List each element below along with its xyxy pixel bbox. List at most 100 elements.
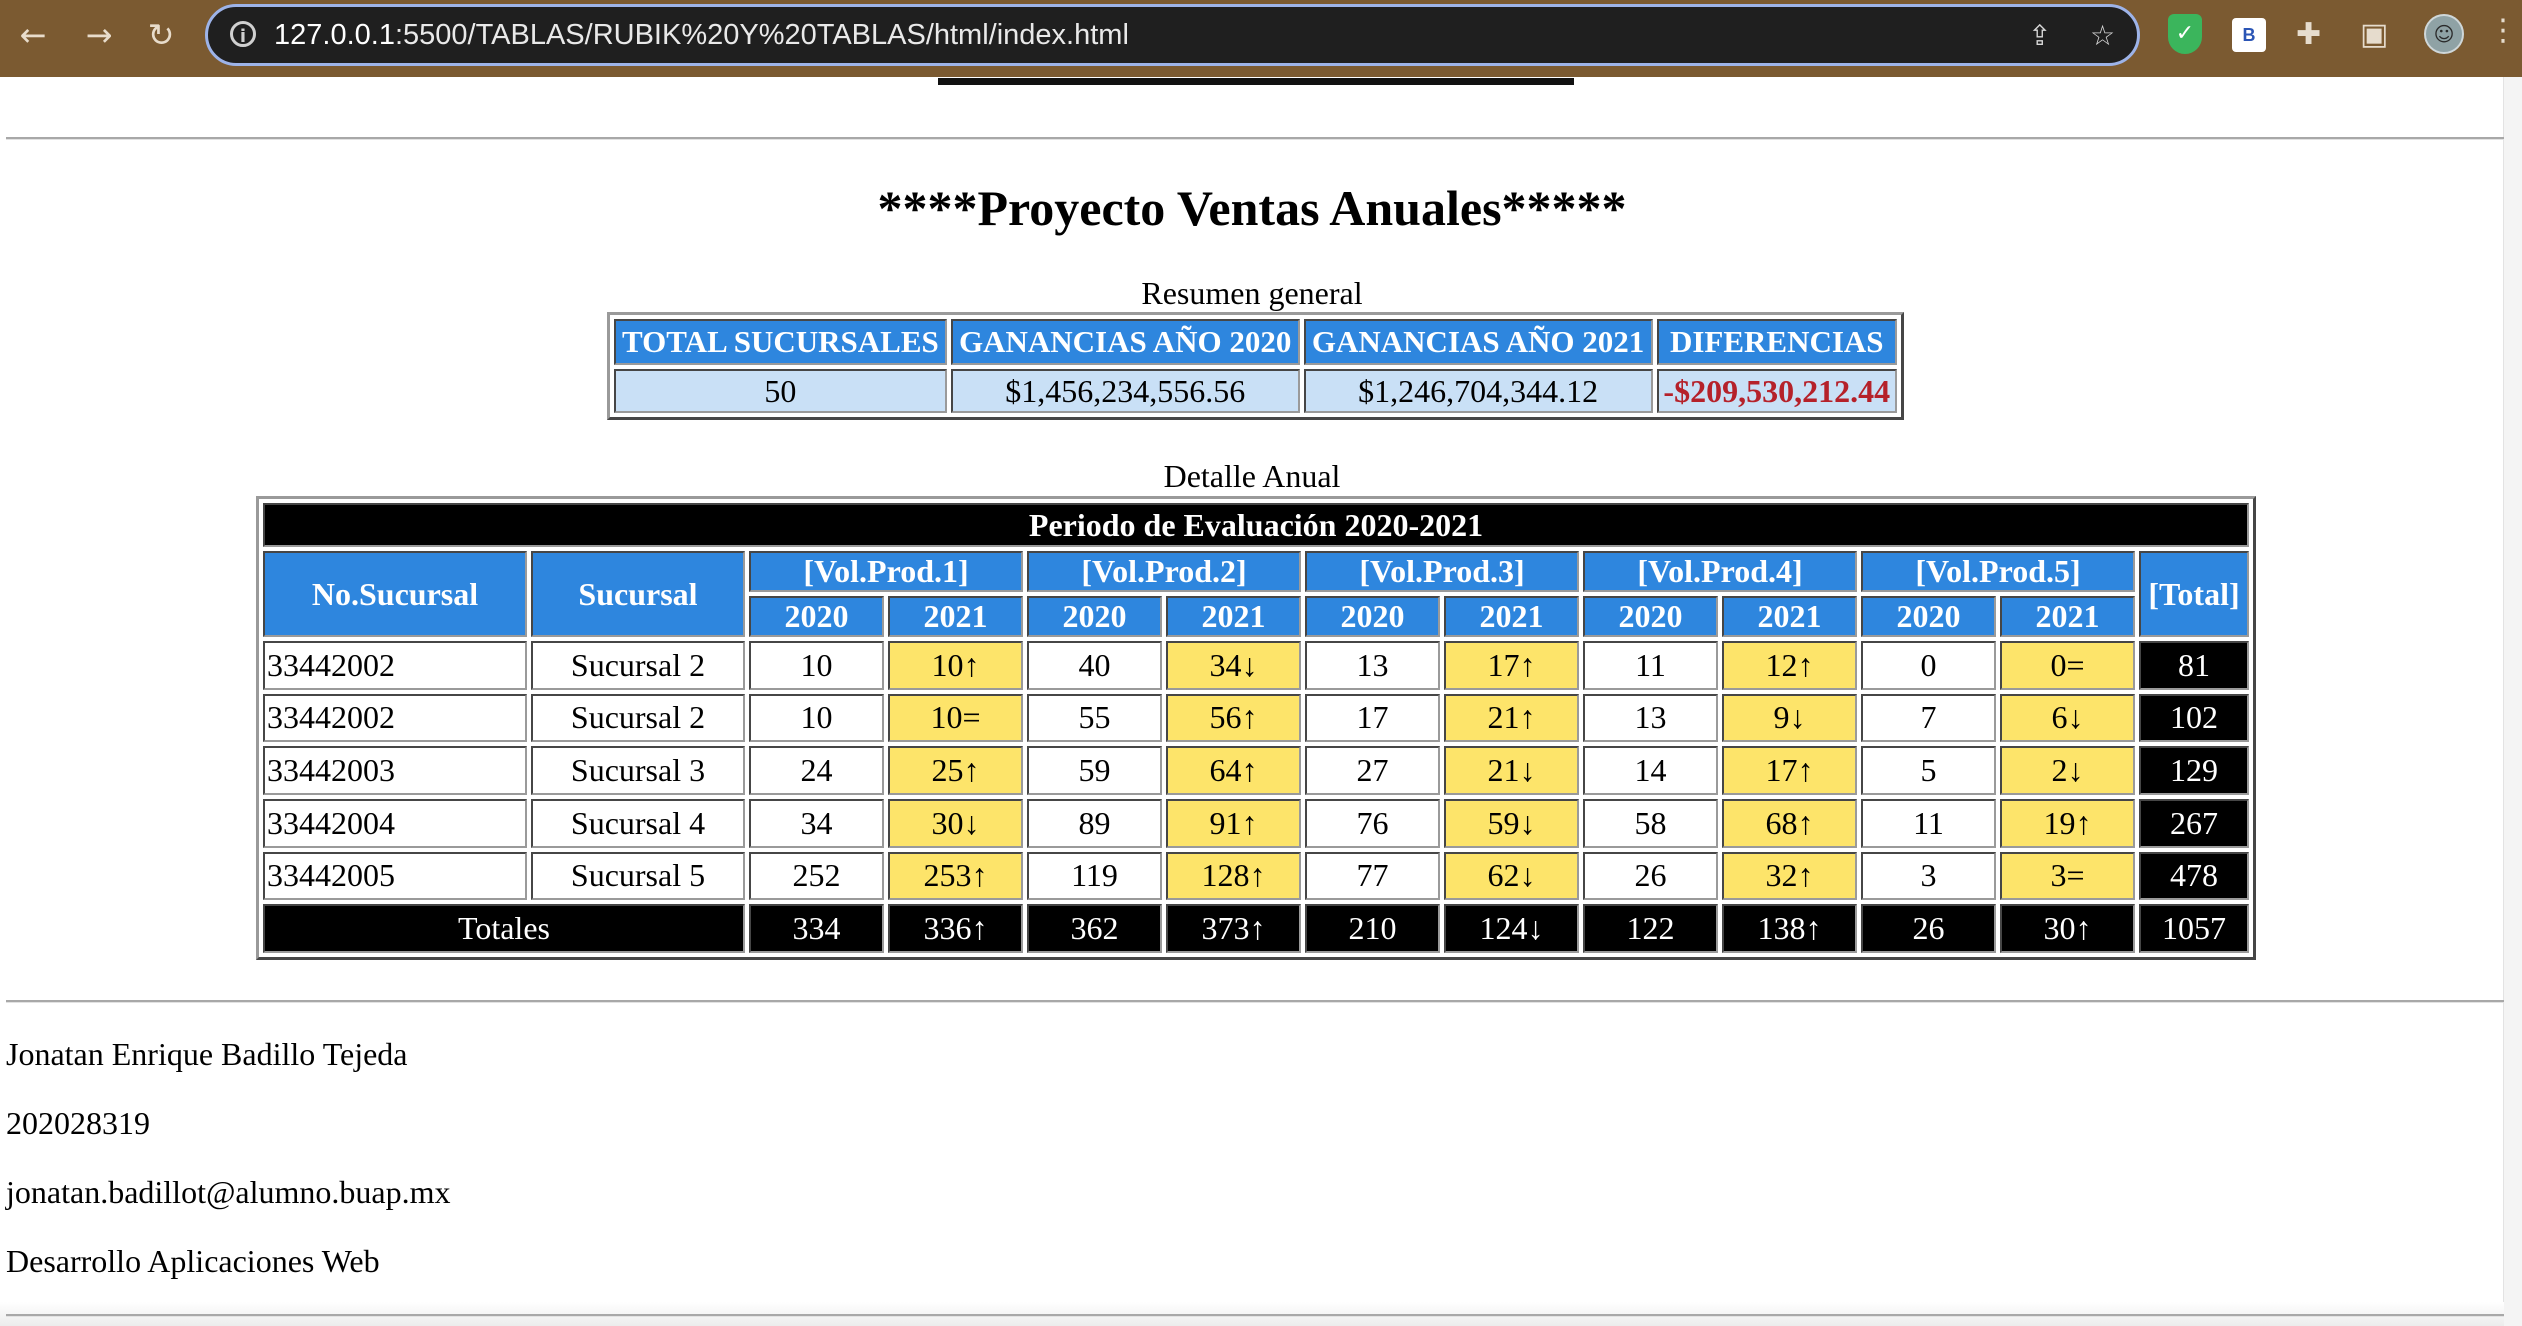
vertical-scrollbar[interactable]	[2503, 77, 2522, 1326]
value-2020-cell: 3	[1861, 851, 1996, 901]
value-2021-cell: 68↑	[1722, 798, 1857, 848]
branch-number-cell: 33442005	[263, 851, 527, 901]
forward-arrow-icon[interactable]: →	[78, 14, 120, 56]
branch-number-cell: 33442004	[263, 798, 527, 848]
header-product-1: [Vol.Prod.1]	[749, 551, 1023, 592]
value-2021-cell: 21↑	[1444, 693, 1579, 743]
author-name: Jonatan Enrique Badillo Tejeda	[6, 1036, 408, 1072]
header-year-2020: 2020	[1583, 596, 1718, 637]
value-2021-cell: 30↓	[888, 798, 1023, 848]
header-year-2021: 2021	[1722, 596, 1857, 637]
course-name: Desarrollo Aplicaciones Web	[6, 1243, 380, 1279]
summary-header-total-branches: TOTAL SUCURSALES	[614, 319, 947, 365]
site-info-icon[interactable]: i	[230, 21, 256, 47]
total-2020-cell: 334	[749, 904, 884, 953]
menu-dots-icon[interactable]: ⋮	[2488, 12, 2518, 50]
row-total-cell: 267	[2139, 798, 2249, 848]
bookmark-star-icon[interactable]: ☆	[2090, 19, 2115, 53]
value-2020-cell: 27	[1305, 746, 1440, 795]
total-2021-cell: 336↑	[888, 904, 1023, 953]
totals-label: Totales	[263, 904, 745, 953]
reload-icon[interactable]: ↻	[140, 14, 182, 56]
summary-profits-2021: $1,246,704,344.12	[1303, 369, 1653, 413]
value-2020-cell: 7	[1861, 693, 1996, 743]
grand-total-cell: 1057	[2139, 904, 2249, 953]
branch-name-cell: Sucursal 5	[531, 851, 745, 901]
value-2021-cell: 2↓	[2000, 746, 2135, 795]
value-2021-cell: 56↑	[1166, 693, 1301, 743]
header-product-2: [Vol.Prod.2]	[1027, 551, 1301, 592]
value-2021-cell: 10↑	[888, 641, 1023, 690]
branch-number-cell: 33442002	[263, 693, 527, 743]
value-2021-cell: 64↑	[1166, 746, 1301, 795]
value-2021-cell: 9↓	[1722, 693, 1857, 743]
b-extension-icon[interactable]: B	[2232, 18, 2266, 52]
divider-bottom	[6, 1314, 2504, 1317]
total-2020-cell: 362	[1027, 904, 1162, 953]
side-panel-icon[interactable]: ▣	[2360, 16, 2388, 54]
period-row: Periodo de Evaluación 2020-2021	[263, 503, 2249, 547]
header-year-2020: 2020	[749, 596, 884, 637]
summary-caption: Resumen general	[1141, 275, 1363, 311]
total-2021-cell: 124↓	[1444, 904, 1579, 953]
row-total-cell: 102	[2139, 693, 2249, 743]
profile-avatar-icon[interactable]: ☺	[2424, 14, 2464, 54]
address-bar[interactable]: i 127.0.0.1:5500/TABLAS/RUBIK%20Y%20TABL…	[205, 4, 2140, 66]
value-2020-cell: 0	[1861, 641, 1996, 690]
value-2020-cell: 252	[749, 851, 884, 901]
summary-header-row: TOTAL SUCURSALES GANANCIAS AÑO 2020 GANA…	[614, 319, 1897, 365]
header-product-5: [Vol.Prod.5]	[1861, 551, 2135, 592]
value-2020-cell: 119	[1027, 851, 1162, 901]
header-year-2020: 2020	[1305, 596, 1440, 637]
total-2021-cell: 30↑	[2000, 904, 2135, 953]
share-icon[interactable]: ⇪	[2028, 19, 2051, 53]
header-year-2020: 2020	[1027, 596, 1162, 637]
summary-table: TOTAL SUCURSALES GANANCIAS AÑO 2020 GANA…	[607, 312, 1904, 420]
total-2020-cell: 122	[1583, 904, 1718, 953]
url-text[interactable]: 127.0.0.1:5500/TABLAS/RUBIK%20Y%20TABLAS…	[274, 19, 1129, 52]
summary-header-differences: DIFERENCIAS	[1656, 319, 1897, 365]
table-row: 33442002 Sucursal 2 10 10↑ 40 34↓ 13 17↑ 11 12↑ 0 0…	[263, 641, 2249, 690]
total-2020-cell: 210	[1305, 904, 1440, 953]
value-2020-cell: 11	[1861, 798, 1996, 848]
value-2020-cell: 34	[749, 798, 884, 848]
value-2020-cell: 40	[1027, 641, 1162, 690]
value-2021-cell: 19↑	[2000, 798, 2135, 848]
period-header: Periodo de Evaluación 2020-2021	[263, 503, 2249, 547]
back-arrow-icon[interactable]: ←	[12, 14, 54, 56]
header-product-4: [Vol.Prod.4]	[1583, 551, 1857, 592]
branch-number-cell: 33442002	[263, 641, 527, 690]
value-2020-cell: 13	[1583, 693, 1718, 743]
table-row: 33442002 Sucursal 2 10 10= 55 56↑ 17 21↑ 13 9↓ 7 6↓…	[263, 693, 2249, 743]
table-row: 33442003 Sucursal 3 24 25↑ 59 64↑ 27 21↓ 14 17↑ 5 2…	[263, 746, 2249, 795]
header-product-3: [Vol.Prod.3]	[1305, 551, 1579, 592]
value-2021-cell: 128↑	[1166, 851, 1301, 901]
branch-name-cell: Sucursal 2	[531, 693, 745, 743]
header-year-2021: 2021	[888, 596, 1023, 637]
header-year-2021: 2021	[1166, 596, 1301, 637]
table-row: 33442005 Sucursal 5 252 253↑ 119 128↑ 77 62↓ 26 3…	[263, 851, 2249, 901]
branch-number-cell: 33442003	[263, 746, 527, 795]
value-2021-cell: 10=	[888, 693, 1023, 743]
browser-toolbar: ← → ↻ i 127.0.0.1:5500/TABLAS/RUBIK%20Y%…	[0, 0, 2522, 77]
shield-extension-icon[interactable]: ✓	[2168, 14, 2202, 54]
value-2020-cell: 26	[1583, 851, 1718, 901]
value-2021-cell: 32↑	[1722, 851, 1857, 901]
summary-header-profits-2021: GANANCIAS AÑO 2021	[1303, 319, 1653, 365]
value-2021-cell: 59↓	[1444, 798, 1579, 848]
value-2020-cell: 10	[749, 693, 884, 743]
value-2021-cell: 12↑	[1722, 641, 1857, 690]
puzzle-extensions-icon[interactable]: ✚	[2296, 16, 2321, 54]
summary-total-branches: 50	[614, 369, 947, 413]
value-2021-cell: 0=	[2000, 641, 2135, 690]
value-2020-cell: 5	[1861, 746, 1996, 795]
value-2021-cell: 3=	[2000, 851, 2135, 901]
row-total-cell: 129	[2139, 746, 2249, 795]
value-2021-cell: 6↓	[2000, 693, 2135, 743]
value-2020-cell: 24	[749, 746, 884, 795]
value-2020-cell: 10	[749, 641, 884, 690]
header-year-2021: 2021	[2000, 596, 2135, 637]
header-row-products: No.Sucursal Sucursal [Vol.Prod.1] [Vol.P…	[263, 551, 2249, 637]
summary-profits-2020: $1,456,234,556.56	[950, 369, 1300, 413]
branch-name-cell: Sucursal 4	[531, 798, 745, 848]
